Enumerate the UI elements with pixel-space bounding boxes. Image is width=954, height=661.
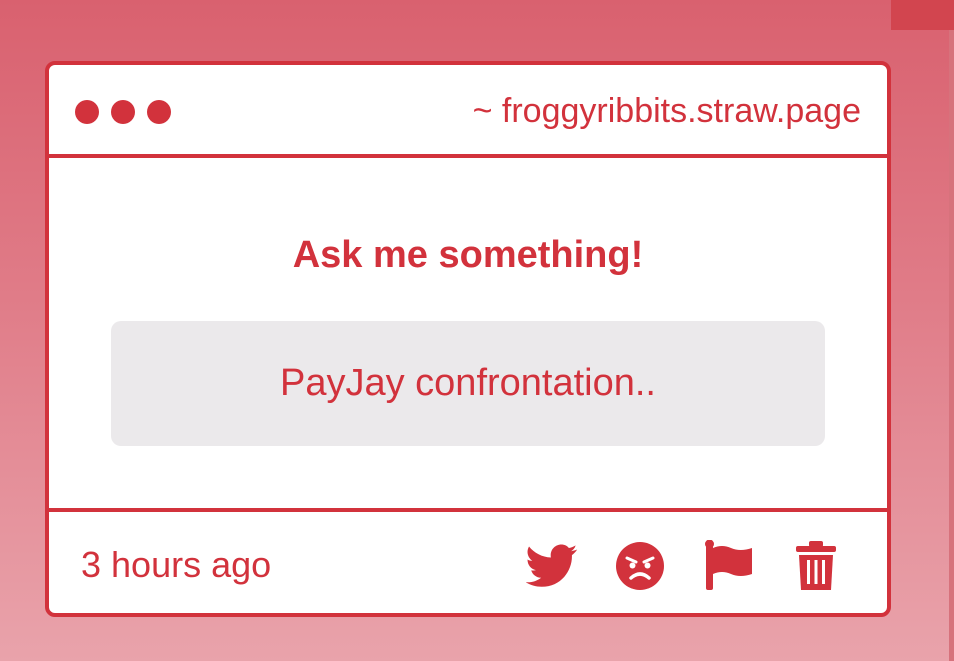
question-card: ~ froggyribbits.straw.page Ask me someth… xyxy=(45,61,891,617)
flag-icon xyxy=(702,540,754,592)
action-bar xyxy=(526,540,842,592)
timestamp: 3 hours ago xyxy=(81,544,272,585)
corner-decoration xyxy=(891,0,954,30)
delete-button[interactable] xyxy=(790,540,842,592)
share-twitter-button[interactable] xyxy=(526,540,578,592)
report-button[interactable] xyxy=(702,540,754,592)
react-angry-button[interactable] xyxy=(614,540,666,592)
edge-strip xyxy=(949,30,954,661)
page-title: Ask me something! xyxy=(292,234,644,276)
card-content: Ask me something! PayJay confrontation.. xyxy=(49,158,887,512)
page-url[interactable]: ~ froggyribbits.straw.page xyxy=(473,92,861,131)
twitter-icon xyxy=(526,544,578,588)
angry-face-icon xyxy=(615,541,665,591)
window-dot-2 xyxy=(111,100,135,124)
window-titlebar: ~ froggyribbits.straw.page xyxy=(49,65,887,158)
window-dot-3 xyxy=(147,100,171,124)
question-text: PayJay confrontation.. xyxy=(280,362,656,404)
window-dot-1 xyxy=(75,100,99,124)
card-footer: 3 hours ago xyxy=(49,512,887,613)
window-dots xyxy=(75,100,171,124)
trash-icon xyxy=(794,540,838,592)
question-box: PayJay confrontation.. xyxy=(111,321,825,446)
